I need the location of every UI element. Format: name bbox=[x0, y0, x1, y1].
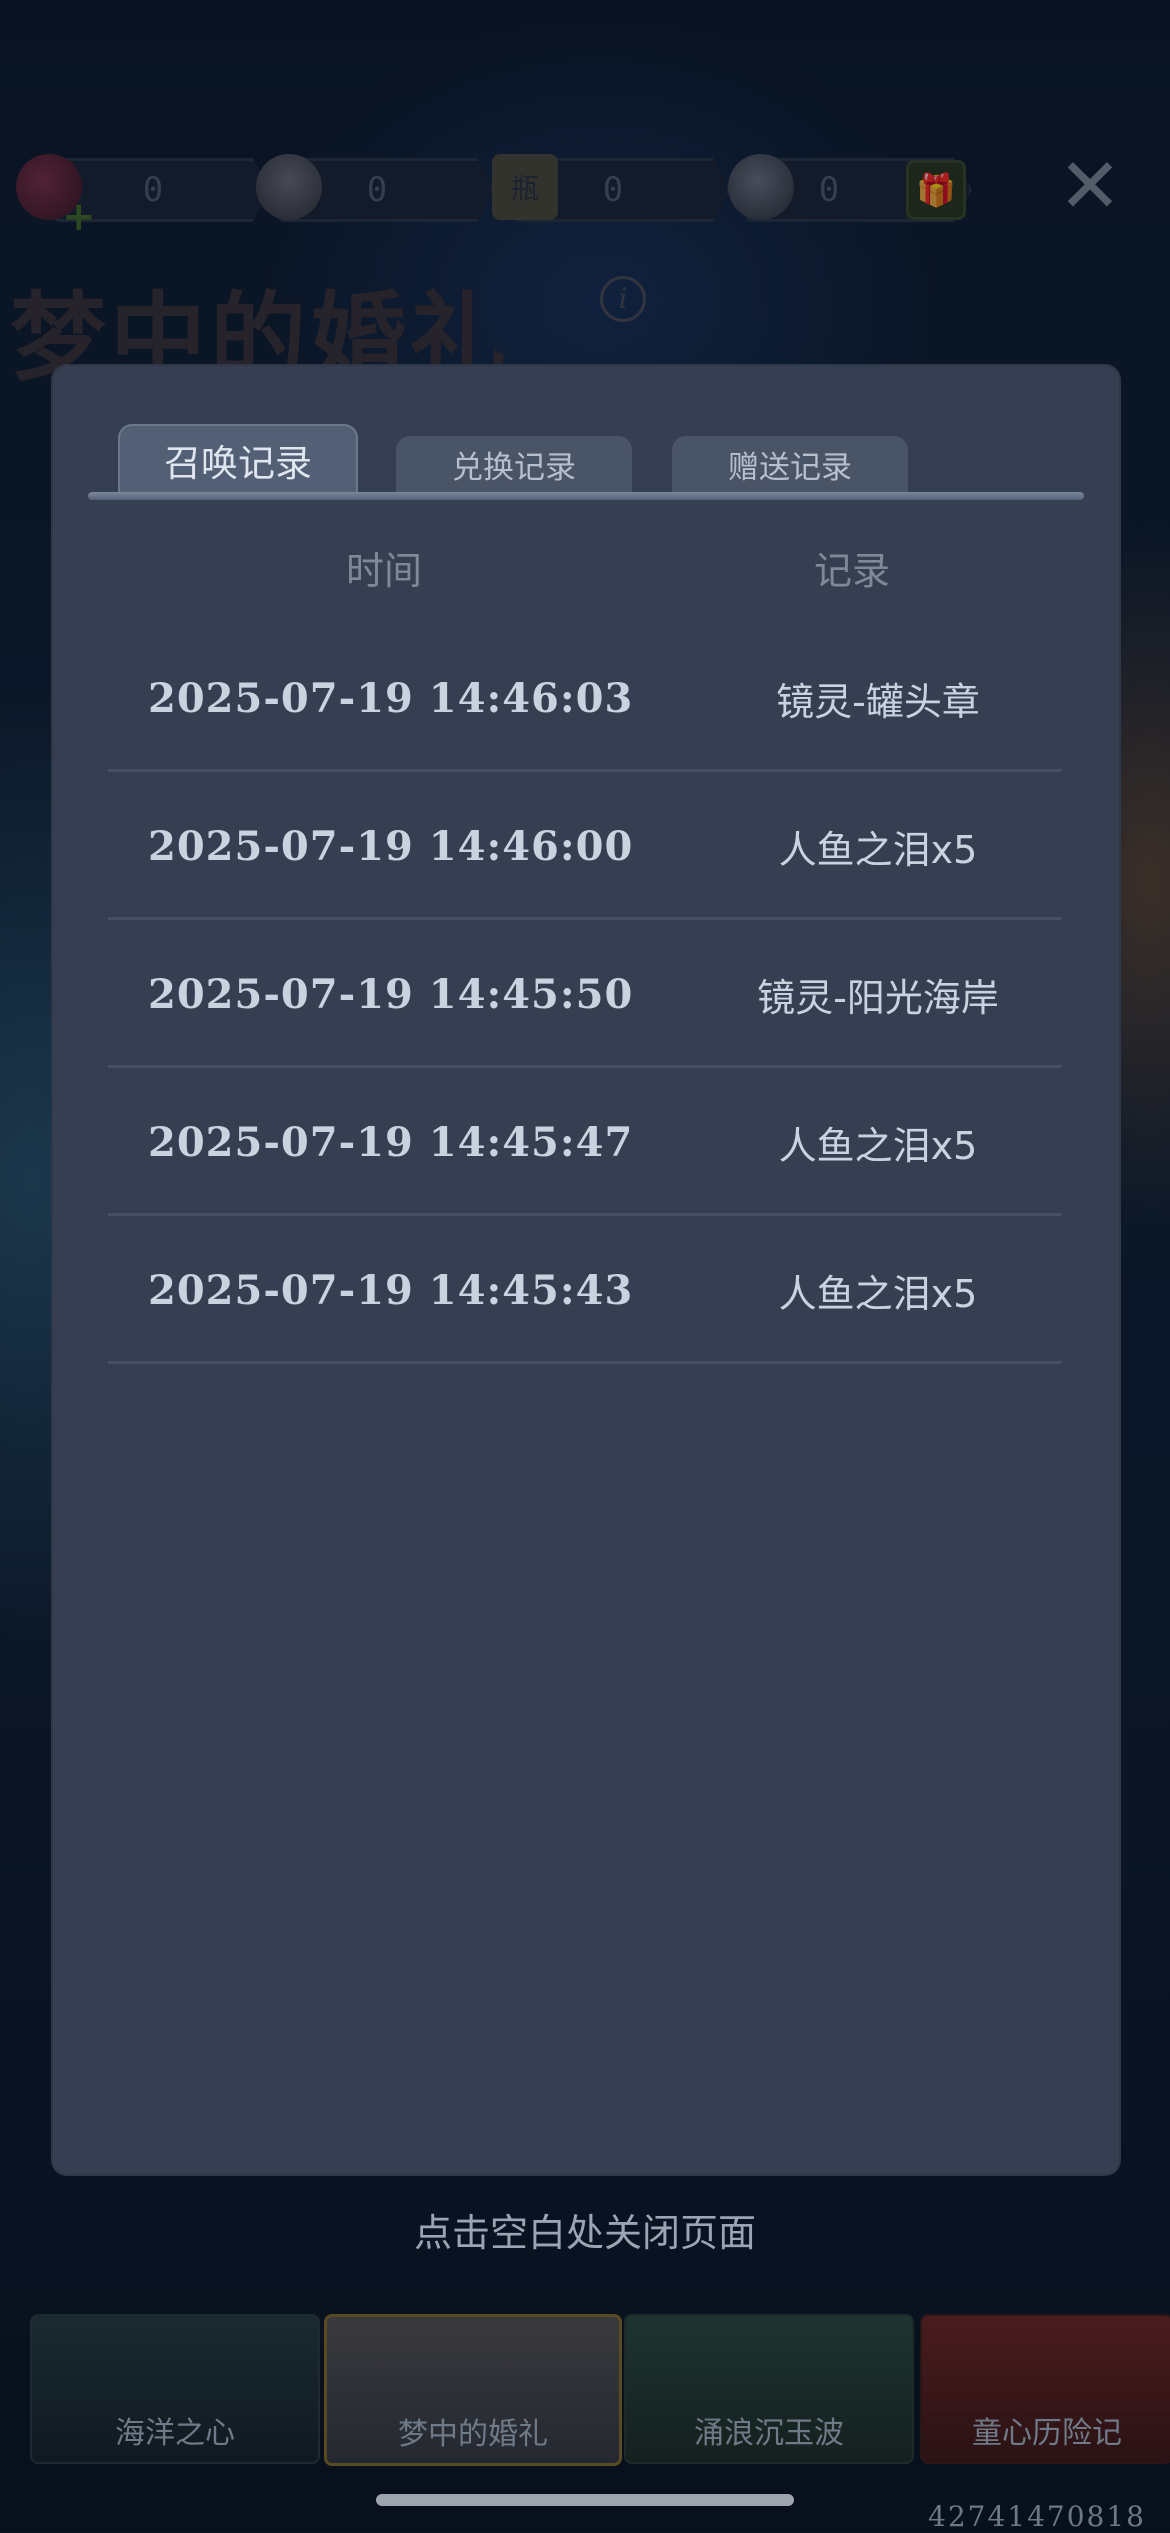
close-hint[interactable]: 点击空白处关闭页面 bbox=[0, 2202, 1170, 2257]
tab-divider bbox=[88, 492, 1084, 500]
tab-label: 兑换记录 bbox=[452, 449, 576, 486]
tab-summon-records[interactable]: 召唤记录 bbox=[118, 424, 358, 494]
row-record: 人鱼之泪x5 bbox=[778, 827, 978, 872]
row-divider bbox=[108, 1361, 1062, 1364]
banner-tab-label: 童心历险记 bbox=[972, 2416, 1122, 2451]
column-header-record: 记录 bbox=[814, 549, 891, 593]
table-row: 2025-07-19 14:45:43 人鱼之泪x5 bbox=[108, 1216, 1062, 1364]
tab-label: 赠送记录 bbox=[728, 449, 852, 486]
table-row: 2025-07-19 14:45:47 人鱼之泪x5 bbox=[108, 1068, 1062, 1216]
row-time: 2025-07-19 14:46:03 bbox=[148, 674, 634, 722]
table-row: 2025-07-19 14:45:50 镜灵-阳光海岸 bbox=[108, 920, 1062, 1068]
user-id: 42741470818 bbox=[928, 2500, 1146, 2533]
row-time: 2025-07-19 14:46:00 bbox=[148, 822, 634, 870]
row-record: 镜灵-罐头章 bbox=[776, 679, 980, 724]
banner-tab-ocean-heart[interactable]: 海洋之心 bbox=[30, 2314, 320, 2464]
row-record: 镜灵-阳光海岸 bbox=[757, 975, 999, 1020]
tab-label: 召唤记录 bbox=[164, 442, 312, 485]
table-row: 2025-07-19 14:46:03 镜灵-罐头章 bbox=[108, 624, 1062, 772]
tab-exchange-records[interactable]: 兑换记录 bbox=[396, 436, 632, 492]
row-time: 2025-07-19 14:45:47 bbox=[148, 1118, 634, 1166]
table-row: 2025-07-19 14:46:00 人鱼之泪x5 bbox=[108, 772, 1062, 920]
row-time: 2025-07-19 14:45:43 bbox=[148, 1266, 634, 1314]
banner-tab-label: 梦中的婚礼 bbox=[398, 2417, 548, 2452]
banner-tab-surging-waves[interactable]: 涌浪沉玉波 bbox=[624, 2314, 914, 2464]
home-indicator[interactable] bbox=[376, 2494, 794, 2506]
row-record: 人鱼之泪x5 bbox=[778, 1123, 978, 1168]
banner-tab-label: 海洋之心 bbox=[115, 2416, 235, 2451]
row-time: 2025-07-19 14:45:50 bbox=[148, 970, 634, 1018]
banner-tab-childhood-adventure[interactable]: 童心历险记 bbox=[920, 2314, 1170, 2464]
banner-tab-label: 涌浪沉玉波 bbox=[694, 2416, 844, 2451]
tab-gift-records[interactable]: 赠送记录 bbox=[672, 436, 908, 492]
row-record: 人鱼之泪x5 bbox=[778, 1271, 978, 1316]
column-header-time: 时间 bbox=[346, 549, 423, 593]
banner-tab-dream-wedding[interactable]: 梦中的婚礼 bbox=[324, 2314, 622, 2466]
